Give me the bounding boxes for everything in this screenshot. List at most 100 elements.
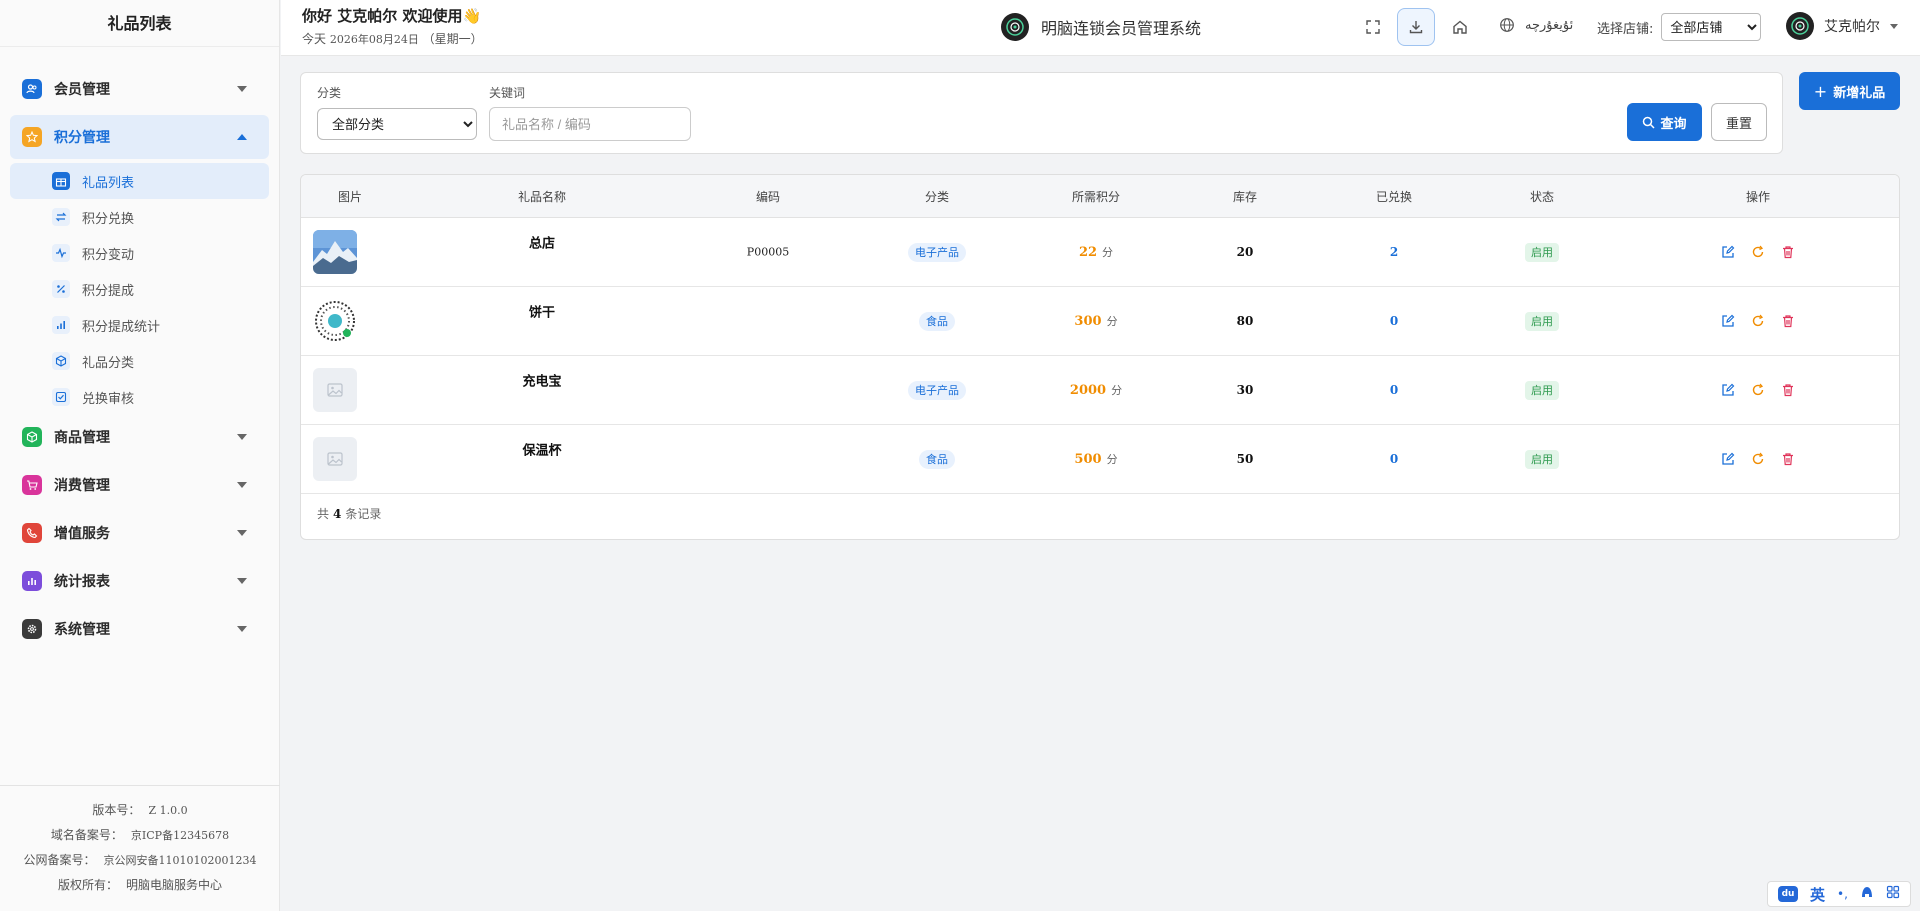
query-button[interactable]: 查询: [1627, 103, 1702, 141]
globe-icon: [1500, 18, 1514, 32]
table-row: 充电宝 电子产品 2000 分 30 0 启用: [301, 356, 1899, 425]
required-points: 500 分: [1074, 452, 1118, 467]
delete-icon[interactable]: [1780, 244, 1796, 260]
sidebar: 礼品列表 会员管理 积分管理 礼品列表 积分兑换 积分变动 积分提成 积分提成统…: [0, 0, 280, 911]
refresh-icon[interactable]: [1750, 313, 1766, 329]
sidebar-item-gift-list[interactable]: 礼品列表: [10, 163, 269, 199]
category-tag: 食品: [919, 312, 955, 331]
row-actions: [1720, 244, 1796, 260]
sidebar-item-points-change[interactable]: 积分变动: [10, 235, 269, 271]
download-button[interactable]: [1397, 8, 1435, 46]
language-switch[interactable]: ئۇيغۇرچە: [1499, 17, 1573, 33]
delete-icon[interactable]: [1780, 382, 1796, 398]
ime-logo-icon[interactable]: du: [1778, 886, 1798, 902]
username: 艾克帕尔: [1824, 19, 1880, 35]
add-gift-button[interactable]: + 新增礼品: [1799, 72, 1900, 110]
copyright-value: 明脑电脑服务中心: [126, 878, 223, 892]
fullscreen-icon: [1366, 20, 1380, 34]
gift-code: P00005: [746, 245, 790, 259]
keyword-input[interactable]: [489, 107, 691, 141]
gift-name: 充电宝: [522, 374, 562, 390]
menu-group-value-added[interactable]: 增值服务: [10, 511, 269, 555]
col-points: 所需积分: [1071, 190, 1121, 204]
sidebar-item-points-commission[interactable]: 积分提成: [10, 271, 269, 307]
greeting: 你好 艾克帕尔 欢迎使用👋: [302, 7, 482, 25]
version-label: 版本号：: [92, 803, 141, 817]
store-selector: 选择店铺: 全部店铺: [1587, 8, 1772, 46]
edit-icon[interactable]: [1720, 382, 1736, 398]
skin-icon[interactable]: [1860, 885, 1874, 903]
sidebar-title: 礼品列表: [0, 0, 279, 47]
chevron-down-icon: [237, 578, 247, 584]
grid-menu-icon[interactable]: [1886, 885, 1900, 903]
status-badge: 启用: [1525, 450, 1559, 469]
required-points: 22 分: [1078, 245, 1114, 260]
menu-group-label: 会员管理: [54, 82, 110, 98]
refresh-icon[interactable]: [1750, 451, 1766, 467]
menu-group-label: 统计报表: [54, 574, 110, 590]
edit-icon[interactable]: [1720, 313, 1736, 329]
stock-value: 80: [1236, 314, 1254, 328]
sidebar-item-points-exchange[interactable]: 积分兑换: [10, 199, 269, 235]
sidebar-item-exchange-review[interactable]: 兑换审核: [10, 379, 269, 415]
refresh-icon[interactable]: [1750, 382, 1766, 398]
sidebar-menu: 会员管理 积分管理 礼品列表 积分兑换 积分变动 积分提成 积分提成统计 礼品分…: [0, 47, 279, 651]
status-badge: 启用: [1525, 312, 1559, 331]
exchanged-value: 0: [1389, 383, 1399, 397]
user-menu[interactable]: 艾克帕尔: [1786, 12, 1898, 40]
home-button[interactable]: [1441, 8, 1479, 46]
stock-value: 30: [1236, 383, 1254, 397]
image-placeholder-icon: [313, 368, 357, 412]
bar-chart-icon: [22, 571, 42, 591]
copyright-label: 版权所有：: [57, 878, 118, 892]
menu-group-reports[interactable]: 统计报表: [10, 559, 269, 603]
col-category: 分类: [924, 190, 950, 204]
menu-group-points[interactable]: 积分管理: [10, 115, 269, 159]
row-actions: [1720, 382, 1796, 398]
delete-icon[interactable]: [1780, 313, 1796, 329]
status-badge: 启用: [1525, 381, 1559, 400]
date-prefix: 今天: [302, 32, 327, 46]
brand-name: 明脑连锁会员管理系统: [1041, 19, 1202, 38]
search-icon: [1643, 116, 1656, 129]
chevron-down-icon: [237, 434, 247, 440]
delete-icon[interactable]: [1780, 451, 1796, 467]
query-label: 查询: [1660, 116, 1687, 132]
users-icon: [22, 79, 42, 99]
sidebar-item-gift-category[interactable]: 礼品分类: [10, 343, 269, 379]
home-icon: [1453, 20, 1467, 34]
menu-group-member[interactable]: 会员管理: [10, 67, 269, 111]
language-label: ئۇيغۇرچە: [1525, 17, 1574, 33]
ime-mode[interactable]: 英: [1810, 884, 1825, 905]
category-tag: 食品: [919, 450, 955, 469]
ime-toolbar: du 英 •,: [1767, 881, 1911, 907]
version-value: Z 1.0.0: [148, 804, 188, 817]
menu-group-system[interactable]: 系统管理: [10, 607, 269, 651]
stock-value: 20: [1236, 245, 1254, 259]
sidebar-item-label: 积分变动: [82, 247, 135, 263]
exchange-icon: [52, 208, 70, 226]
gift-name: 保温杯: [522, 443, 562, 459]
punctuation-icon[interactable]: •,: [1837, 887, 1848, 901]
category-select[interactable]: 全部分类: [317, 108, 477, 140]
sidebar-item-label: 礼品列表: [82, 175, 135, 191]
sidebar-item-commission-stats[interactable]: 积分提成统计: [10, 307, 269, 343]
fullscreen-button[interactable]: [1354, 8, 1392, 46]
icp-value: 京ICP备12345678: [130, 829, 230, 842]
points-submenu: 礼品列表 积分兑换 积分变动 积分提成 积分提成统计 礼品分类 兑换审核: [0, 163, 279, 415]
caret-down-icon: [1890, 23, 1898, 29]
edit-icon[interactable]: [1720, 451, 1736, 467]
col-status: 状态: [1529, 190, 1555, 204]
menu-group-label: 系统管理: [54, 622, 110, 638]
menu-group-products[interactable]: 商品管理: [10, 415, 269, 459]
reset-button[interactable]: 重置: [1711, 103, 1767, 141]
row-actions: [1720, 451, 1796, 467]
edit-icon[interactable]: [1720, 244, 1736, 260]
sidebar-footer: 版本号： Z 1.0.0 域名备案号： 京ICP备12345678 公网备案号： 京公…: [0, 785, 280, 911]
refresh-icon[interactable]: [1750, 244, 1766, 260]
exchanged-value: 0: [1389, 452, 1399, 466]
store-select[interactable]: 全部店铺: [1661, 13, 1762, 41]
police-value: 京公网安备11010102001234: [103, 854, 257, 867]
menu-group-consumption[interactable]: 消费管理: [10, 463, 269, 507]
police-label: 公网备案号：: [23, 853, 96, 867]
